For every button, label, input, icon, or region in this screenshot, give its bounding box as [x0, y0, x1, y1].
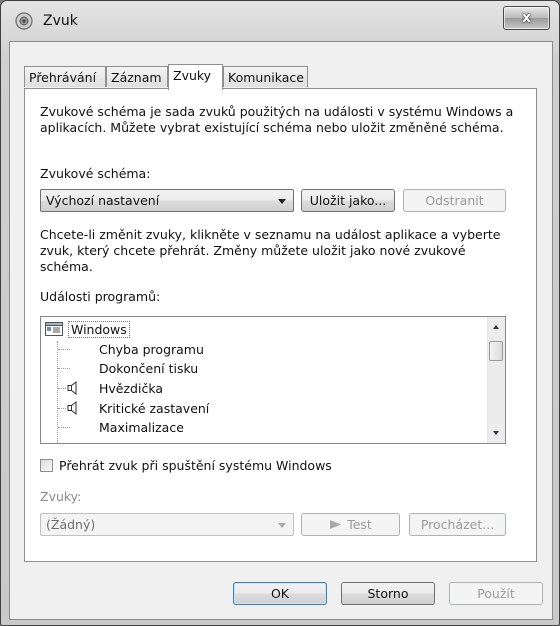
tree-line — [58, 349, 70, 350]
cancel-button[interactable]: Storno — [341, 582, 435, 605]
ok-button[interactable]: OK — [233, 582, 327, 605]
scheme-selected-value: Výchozí nastavení — [46, 193, 160, 208]
list-item[interactable]: Hvězdička — [67, 379, 163, 398]
tree-line — [57, 341, 58, 443]
speaker-app-icon — [15, 12, 33, 30]
list-item[interactable]: Maximalizace — [99, 418, 184, 437]
sound-dropdown[interactable]: (Žádný) — [40, 513, 294, 536]
windows-folder-icon — [45, 322, 63, 336]
close-button[interactable]: x — [503, 6, 550, 30]
remove-button[interactable]: Odstranit — [403, 189, 506, 212]
tab-sounds[interactable]: Zvuky — [168, 64, 223, 90]
events-label: Události programů: — [40, 289, 161, 304]
tab-recording[interactable]: Záznam — [106, 66, 168, 87]
tree-line — [58, 408, 66, 409]
test-button[interactable]: Test — [301, 513, 400, 536]
tree-line — [58, 368, 70, 369]
list-item[interactable]: Kritické zastavení — [67, 399, 209, 418]
sound-selected-value: (Žádný) — [46, 517, 96, 532]
startup-sound-checkbox[interactable] — [40, 459, 53, 472]
save-as-button[interactable]: Uložit jako... — [301, 189, 395, 212]
list-item-label: Hvězdička — [98, 381, 163, 396]
list-item[interactable]: Dokončení tisku — [99, 359, 198, 378]
tab-playback[interactable]: Přehrávání — [24, 66, 106, 87]
close-icon: x — [521, 10, 532, 26]
instructions-text: Chcete-li změnit zvuky, klikněte v sezna… — [40, 227, 501, 274]
speaker-icon — [67, 400, 77, 416]
chevron-down-icon — [278, 199, 286, 204]
speaker-icon — [67, 380, 77, 396]
scheme-label: Zvukové schéma: — [40, 166, 151, 181]
scheme-dropdown[interactable]: Výchozí nastavení — [40, 189, 294, 212]
tab-communications[interactable]: Komunikace — [223, 66, 308, 87]
scroll-up-icon[interactable] — [493, 325, 499, 329]
intro-text: Zvukové schéma je sada zvuků použitých n… — [40, 104, 514, 135]
list-item-label: Kritické zastavení — [98, 401, 210, 416]
tree-root-windows[interactable]: Windows — [45, 320, 130, 339]
chevron-down-icon — [278, 523, 286, 528]
tree-line — [58, 388, 66, 389]
title-bar[interactable]: Zvuk x — [1, 1, 559, 43]
window-title: Zvuk — [43, 13, 78, 29]
sounds-label: Zvuky: — [40, 489, 82, 504]
test-button-label: Test — [347, 517, 372, 532]
list-scrollbar[interactable] — [487, 317, 505, 443]
tree-root-label: Windows — [67, 321, 130, 338]
apply-button[interactable]: Použít — [449, 582, 543, 605]
sound-dialog: Zvuk x Přehrávání Záznam Zvuky Komunikac… — [0, 0, 560, 626]
program-events-list[interactable]: Windows Chyba programu Dokončení tisku H… — [40, 316, 506, 444]
play-icon — [330, 520, 342, 529]
dialog-client-area: Přehrávání Záznam Zvuky Komunikace Zvuko… — [9, 41, 553, 620]
startup-sound-label[interactable]: Přehrát zvuk při spuštění systému Window… — [59, 458, 539, 474]
scroll-thumb[interactable] — [489, 341, 503, 361]
list-item[interactable]: Chyba programu — [99, 340, 204, 359]
sounds-tab-panel: Zvukové schéma je sada zvuků použitých n… — [24, 88, 537, 562]
scroll-down-icon[interactable] — [493, 431, 499, 435]
tree-line — [58, 427, 70, 428]
browse-button[interactable]: Procházet... — [409, 513, 506, 536]
